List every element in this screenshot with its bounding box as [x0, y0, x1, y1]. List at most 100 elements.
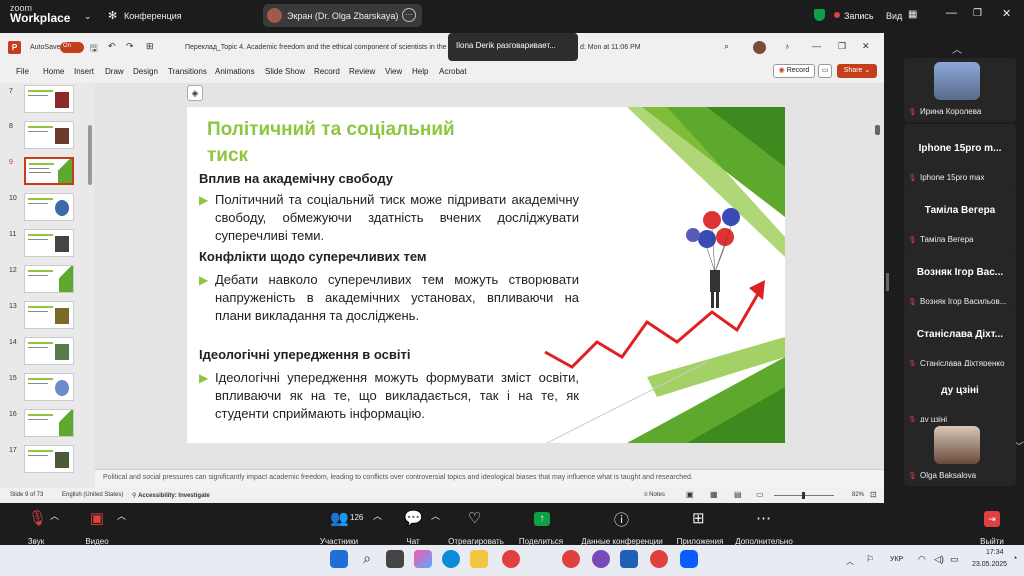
clock-date[interactable]: 23.05.2025	[972, 561, 1007, 568]
network-tray-icon[interactable]: ⚐	[866, 554, 874, 565]
canvas-scrollbar[interactable]	[875, 125, 880, 135]
chrome-profile-icon[interactable]	[562, 550, 580, 568]
fit-slide-icon[interactable]: ⊡	[870, 490, 877, 499]
slideshow-view-icon[interactable]: ▭	[756, 490, 764, 499]
sorter-view-icon[interactable]: ▦	[710, 490, 718, 499]
wifi-icon[interactable]: ◠	[918, 554, 926, 565]
participant-tile[interactable]: 🎙 Olga Baksalova	[904, 422, 1016, 486]
more-icon[interactable]: ⋯	[756, 509, 771, 527]
chrome-icon[interactable]	[502, 550, 520, 568]
apps-icon[interactable]: ⊞	[692, 509, 705, 527]
edge-icon[interactable]	[442, 550, 460, 568]
more-options-icon[interactable]: ···	[402, 8, 416, 22]
slide-thumbnail-10[interactable]	[24, 193, 74, 221]
participants-options-icon[interactable]: ︿	[373, 509, 382, 522]
zoom-app-icon[interactable]	[680, 550, 698, 568]
panel-resize-handle[interactable]	[886, 273, 889, 291]
tab-help[interactable]: Help	[412, 67, 428, 76]
input-language[interactable]: УКР	[890, 556, 903, 563]
tab-file[interactable]: File	[16, 67, 29, 76]
slide-thumbnail-17[interactable]	[24, 445, 74, 473]
record-button[interactable]: ◉ Record	[773, 64, 815, 78]
minimize-icon[interactable]: —	[946, 7, 957, 19]
slide-thumbnail-8[interactable]	[24, 121, 74, 149]
audio-options-icon[interactable]: ︿	[50, 509, 59, 522]
slide-thumbnail-14[interactable]	[24, 337, 74, 365]
close-icon[interactable]: ✕	[862, 41, 870, 52]
chevron-down-icon[interactable]: ⌄	[84, 11, 92, 22]
chrome-icon[interactable]	[650, 550, 668, 568]
maximize-icon[interactable]: ❐	[973, 8, 982, 19]
reading-view-icon[interactable]: ▤	[734, 490, 742, 499]
tab-view[interactable]: View	[385, 67, 402, 76]
info-icon[interactable]: ⓘ	[614, 509, 629, 530]
tab-slide-show[interactable]: Slide Show	[265, 67, 305, 76]
slide-title[interactable]: Політичний та соціальний тиск	[207, 117, 537, 169]
word-icon[interactable]	[620, 550, 638, 568]
heading-academic-freedom[interactable]: Вплив на академічну свободу	[199, 171, 393, 186]
mic-muted-icon[interactable]: 🎙	[28, 509, 47, 527]
lightbulb-icon[interactable]: ♁	[784, 41, 791, 51]
copilot-icon[interactable]	[414, 550, 432, 568]
participant-tile[interactable]: ду цзіні 🎙 ду цзіні	[904, 366, 1016, 430]
viber-icon[interactable]	[592, 550, 610, 568]
slide-thumbnail-9[interactable]	[24, 157, 74, 185]
normal-view-icon[interactable]: ▣	[686, 490, 694, 499]
slide-thumbnail-15[interactable]	[24, 373, 74, 401]
slide-thumbnail-11[interactable]	[24, 229, 74, 257]
tab-transitions[interactable]: Transitions	[168, 67, 207, 76]
chat-options-icon[interactable]: ︿	[431, 509, 440, 522]
participant-tile[interactable]: 🎙 Ирина Королева	[904, 58, 1016, 122]
notes-toggle[interactable]: ≡ Notes	[644, 492, 665, 498]
save-icon[interactable]: 🖫	[90, 41, 98, 57]
video-options-icon[interactable]: ︿	[117, 509, 126, 522]
volume-icon[interactable]: ◁)	[934, 554, 944, 565]
participant-tile[interactable]: Станіслава Діхт... 🎙 Станіслава Діхтяренк…	[904, 310, 1016, 374]
screen-share-chip[interactable]: Экран (Dr. Olga Zbarskaya) ···	[263, 4, 422, 27]
file-explorer-icon[interactable]	[470, 550, 488, 568]
present-icon[interactable]: ⊞	[146, 41, 154, 52]
bullet-1[interactable]: ▶ Політичний та соціальний тиск може підр…	[199, 191, 579, 245]
chat-icon[interactable]: 💬	[404, 509, 423, 527]
recording-label[interactable]: Запись	[844, 11, 874, 21]
participant-tile[interactable]: Возняк Ігор Вас... 🎙 Возняк Ігор Васильов…	[904, 248, 1016, 312]
view-grid-icon[interactable]: ▦	[908, 9, 917, 20]
tab-record[interactable]: Record	[314, 67, 340, 76]
minimize-icon[interactable]: —	[812, 41, 821, 51]
speaker-notes[interactable]: Political and social pressures can signi…	[95, 469, 884, 488]
accessibility-status[interactable]: ⚲ Accessibility: Investigate	[132, 492, 210, 499]
tab-home[interactable]: Home	[43, 67, 64, 76]
slide-thumbnail-7[interactable]	[24, 85, 74, 113]
notification-icon[interactable]: ◔	[1012, 553, 1017, 563]
saved-status[interactable]: d: Mon at 11:06 PM	[580, 44, 641, 51]
chevron-up-icon[interactable]: ︿	[846, 556, 854, 567]
tab-acrobat[interactable]: Acrobat	[439, 67, 467, 76]
autosave-toggle[interactable]: On	[60, 42, 84, 53]
document-title[interactable]: Переклад_Topic 4. Academic freedom and t…	[185, 44, 454, 51]
chevron-up-icon[interactable]: ︿	[952, 41, 962, 56]
designer-icon[interactable]: ◈	[187, 85, 203, 101]
zoom-level[interactable]: 82%	[852, 492, 864, 498]
heading-ideological-bias[interactable]: Ідеологічні упередження в освіті	[199, 347, 411, 362]
user-avatar[interactable]	[753, 41, 766, 54]
share-button[interactable]: Share ⌄	[837, 64, 877, 78]
zoom-slider-thumb[interactable]	[802, 492, 805, 499]
search-icon[interactable]: ⌕	[358, 550, 376, 568]
tab-animations[interactable]: Animations	[215, 67, 255, 76]
video-off-icon[interactable]: ▣	[89, 509, 105, 527]
heading-conflicts[interactable]: Конфлікти щодо суперечливих тем	[199, 249, 427, 264]
slide-thumbnail-13[interactable]	[24, 301, 74, 329]
restore-icon[interactable]: ❐	[838, 41, 846, 52]
clock-time[interactable]: 17:34	[986, 549, 1004, 556]
bullet-3[interactable]: ▶ Ідеологічні упередження можуть формуват…	[199, 369, 579, 423]
participant-tile[interactable]: Таміла Вегера 🎙 Таміла Вегера	[904, 186, 1016, 250]
undo-icon[interactable]: ↶	[108, 41, 116, 52]
close-icon[interactable]: ✕	[1002, 7, 1011, 20]
tab-insert[interactable]: Insert	[74, 67, 94, 76]
battery-icon[interactable]: ▭	[950, 554, 959, 565]
status-language[interactable]: English (United States)	[62, 492, 123, 498]
slide-thumbnail-16[interactable]	[24, 409, 74, 437]
comment-icon[interactable]: ▭	[818, 64, 832, 78]
participants-icon[interactable]: 👥	[330, 509, 349, 527]
meeting-label[interactable]: Конференция	[124, 11, 182, 21]
